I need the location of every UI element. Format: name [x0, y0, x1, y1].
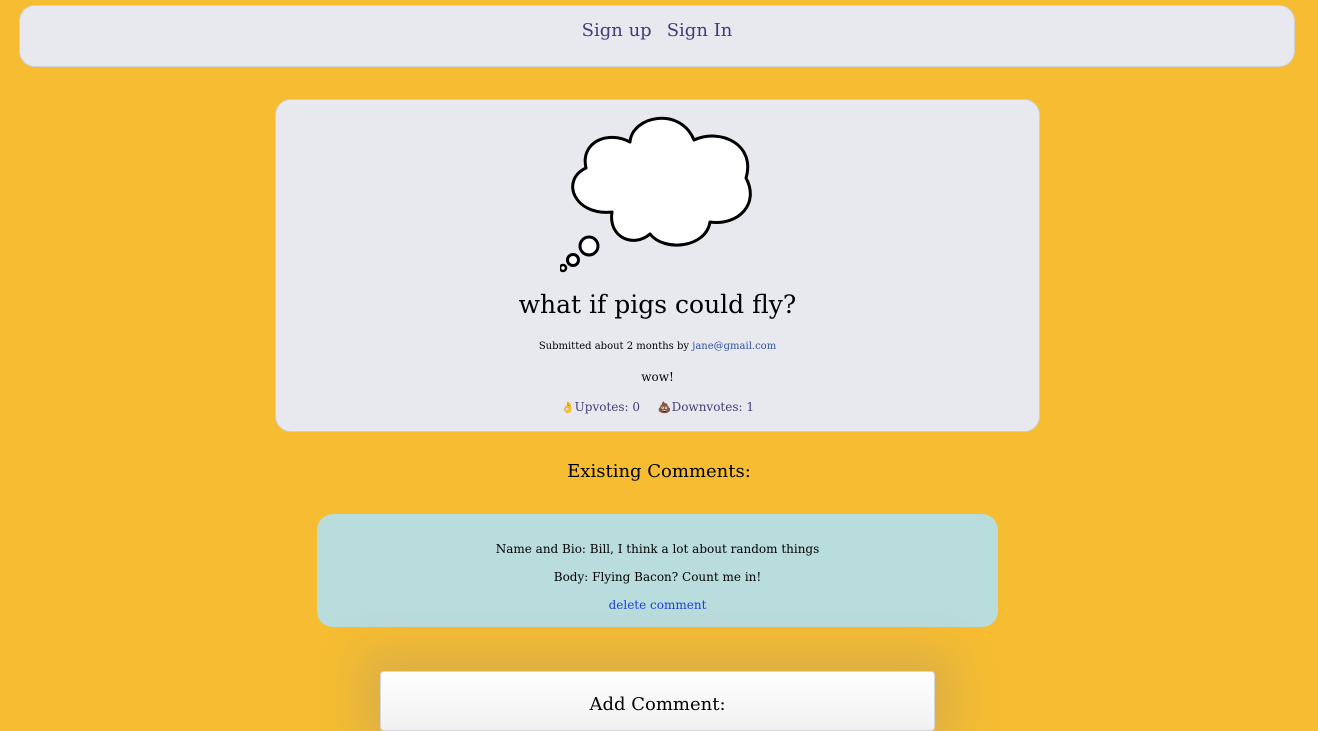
poop-icon: 💩: [657, 401, 672, 414]
post-card: what if pigs could fly? Submitted about …: [275, 99, 1040, 432]
downvote-button[interactable]: 💩Downvotes: 1: [658, 400, 754, 414]
sign-up-link[interactable]: Sign up: [582, 20, 652, 41]
vote-bar: 👌Upvotes: 0 💩Downvotes: 1: [276, 400, 1039, 414]
ok-hand-icon: 👌: [560, 401, 575, 414]
comment-card: Name and Bio: Bill, I think a lot about …: [317, 514, 998, 627]
post-title: what if pigs could fly?: [518, 290, 797, 319]
author-email-link[interactable]: jane@gmail.com: [692, 341, 776, 352]
top-navbar: Sign up Sign In: [19, 5, 1295, 67]
add-comment-panel: Add Comment:: [380, 671, 935, 731]
submission-info: Submitted about 2 months by jane@gmail.c…: [276, 341, 1039, 352]
post-body: wow!: [641, 370, 674, 384]
add-comment-heading: Add Comment:: [589, 694, 726, 715]
sign-in-link[interactable]: Sign In: [667, 20, 733, 41]
upvote-button[interactable]: 👌Upvotes: 0: [561, 400, 644, 414]
downvote-count: Downvotes: 1: [671, 400, 755, 414]
comment-body: Body: Flying Bacon? Count me in!: [553, 570, 762, 584]
thought-bubble-icon: [560, 116, 752, 273]
submitted-text: Submitted about 2 months by: [538, 341, 690, 352]
comment-name-bio: Name and Bio: Bill, I think a lot about …: [495, 542, 820, 556]
delete-comment-link[interactable]: delete comment: [609, 598, 707, 612]
upvote-count: Upvotes: 0: [574, 400, 641, 414]
comments-heading: Existing Comments:: [567, 461, 751, 482]
